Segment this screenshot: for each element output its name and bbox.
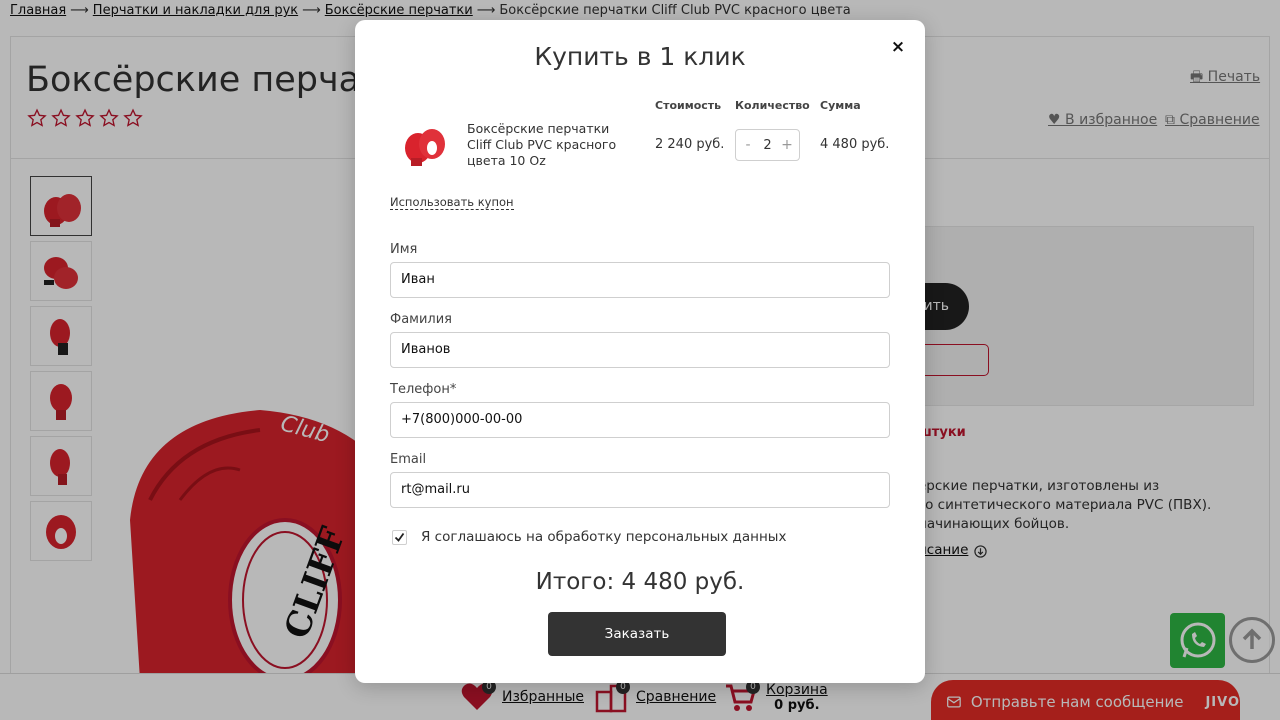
product-thumbnail: [405, 129, 445, 166]
close-icon: ×: [890, 37, 906, 57]
column-header-quantity: Количество: [735, 99, 810, 112]
buy-one-click-modal: Купить в 1 клик × Стоимость Количество С…: [355, 20, 925, 683]
quantity-value[interactable]: 2: [763, 138, 771, 153]
quantity-increase-button[interactable]: +: [781, 137, 793, 153]
close-button[interactable]: ×: [889, 38, 907, 56]
product-price: 2 240 руб.: [655, 137, 725, 152]
email-field[interactable]: rt@mail.ru: [390, 472, 890, 508]
product-name: Боксёрские перчатки Cliff Club PVC красн…: [467, 121, 617, 168]
order-total: Итого: 4 480 руб.: [535, 569, 745, 595]
submit-order-button[interactable]: Заказать: [548, 612, 726, 656]
modal-title: Купить в 1 клик: [534, 42, 746, 71]
use-coupon-link[interactable]: Использовать купон: [390, 195, 514, 210]
column-header-price: Стоимость: [655, 99, 722, 112]
consent-checkbox[interactable]: [392, 530, 407, 545]
last-name-field[interactable]: Иванов: [390, 332, 890, 368]
consent-label[interactable]: Я соглашаюсь на обработку персональных д…: [421, 529, 786, 545]
column-header-sum: Сумма: [820, 99, 861, 112]
quantity-decrease-button[interactable]: -: [742, 137, 754, 153]
email-label: Email: [390, 452, 427, 467]
first-name-label: Имя: [390, 242, 418, 257]
checkmark-icon: [394, 532, 405, 542]
phone-field[interactable]: +7(800)000-00-00: [390, 402, 890, 438]
quantity-stepper: - 2 +: [735, 129, 800, 161]
product-sum: 4 480 руб.: [820, 137, 890, 152]
phone-label: Телефон*: [390, 382, 457, 397]
last-name-label: Фамилия: [390, 312, 452, 327]
first-name-field[interactable]: Иван: [390, 262, 890, 298]
